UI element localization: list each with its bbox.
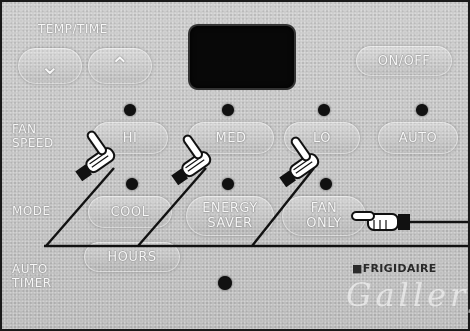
control-panel: TEMP/TIME ⌄ ⌃ ON/OFF FAN SPEED HI MED LO…: [0, 0, 470, 331]
pointing-hand-icon: [351, 211, 410, 231]
pointing-hand-icon: [171, 134, 212, 186]
pointer-line-hi: [45, 167, 115, 247]
pointing-hand-icon: [279, 136, 320, 188]
pointer-overlay: [44, 130, 468, 248]
pointer-line-med: [137, 167, 207, 247]
